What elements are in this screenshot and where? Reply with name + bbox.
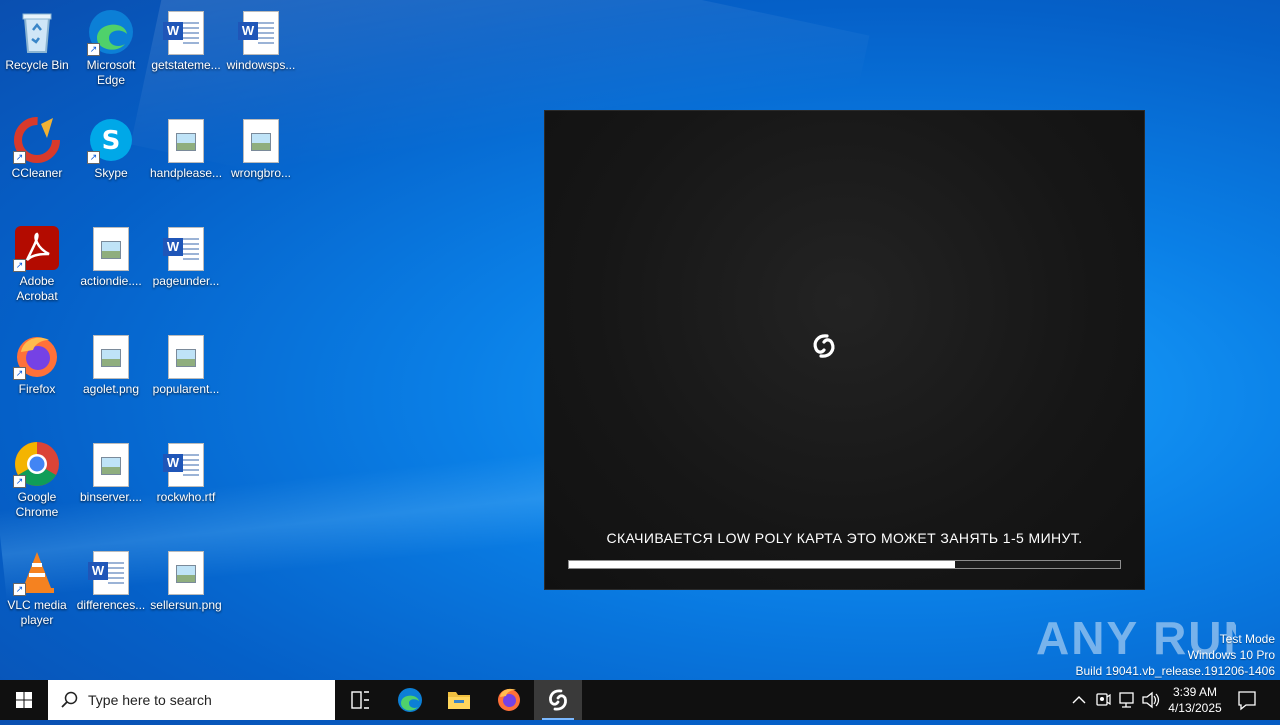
firefox-icon: ↗ bbox=[13, 332, 61, 380]
loader-progress-fill bbox=[569, 561, 955, 568]
desktop-icon-skype[interactable]: S ↗ Skype bbox=[74, 110, 148, 181]
desktop-icon-rockwho[interactable]: W rockwho.rtf bbox=[149, 434, 223, 505]
speaker-icon bbox=[1142, 691, 1160, 709]
os-info: Test Mode Windows 10 Pro Build 19041.vb_… bbox=[1076, 631, 1276, 679]
tray-meet-now-button[interactable] bbox=[1092, 680, 1114, 720]
test-mode-label: Test Mode bbox=[1219, 632, 1275, 646]
word-document-icon: W bbox=[237, 8, 285, 56]
start-button[interactable] bbox=[0, 680, 48, 720]
network-icon bbox=[1119, 692, 1134, 708]
svg-text:S: S bbox=[102, 126, 121, 156]
vlc-icon: ↗ bbox=[13, 548, 61, 596]
desktop-icon-popularent[interactable]: popularent... bbox=[149, 326, 223, 397]
taskbar-clock[interactable]: 3:39 AM 4/13/2025 bbox=[1160, 684, 1230, 716]
action-center-button[interactable] bbox=[1232, 680, 1262, 720]
desktop-icon-binserver[interactable]: binserver.... bbox=[74, 434, 148, 505]
meet-now-icon bbox=[1096, 693, 1111, 706]
desktop-icon-vlc[interactable]: ↗ VLC media player bbox=[0, 542, 74, 628]
os-build-label: Build 19041.vb_release.191206-1406 bbox=[1075, 664, 1276, 678]
image-file-icon bbox=[162, 116, 210, 164]
file-explorer-icon bbox=[448, 692, 470, 709]
tray-volume-button[interactable] bbox=[1140, 680, 1162, 720]
taskbar: Type here to search 3:39 AM 4/13/2025 bbox=[0, 680, 1280, 720]
desktop-icon-pageunder[interactable]: W pageunder... bbox=[149, 218, 223, 289]
desktop-icon-microsoft-edge[interactable]: ↗ Microsoft Edge bbox=[74, 2, 148, 88]
taskbar-search-box[interactable]: Type here to search bbox=[48, 680, 335, 720]
clock-date: 4/13/2025 bbox=[1168, 701, 1222, 715]
taskbar-edge-button[interactable] bbox=[386, 680, 434, 720]
image-file-icon bbox=[87, 224, 135, 272]
desktop-icon-adobe-acrobat[interactable]: ↗ Adobe Acrobat bbox=[0, 218, 74, 304]
desktop-icon-firefox[interactable]: ↗ Firefox bbox=[0, 326, 74, 397]
image-file-icon bbox=[162, 548, 210, 596]
acrobat-icon: ↗ bbox=[13, 224, 61, 272]
word-document-icon: W bbox=[87, 548, 135, 596]
loader-window[interactable]: СКАЧИВАЕТСЯ LOW POLY КАРТА ЭТО МОЖЕТ ЗАН… bbox=[544, 110, 1145, 590]
show-hidden-icons-button[interactable] bbox=[1068, 680, 1090, 720]
firefox-icon bbox=[498, 688, 520, 711]
skype-icon: S ↗ bbox=[87, 116, 135, 164]
os-edition-label: Windows 10 Pro bbox=[1187, 648, 1275, 662]
desktop-icon-windowsps[interactable]: W windowsps... bbox=[224, 2, 298, 73]
desktop-icon-differences[interactable]: W differences... bbox=[74, 542, 148, 613]
windows-logo-icon bbox=[16, 692, 32, 708]
word-document-icon: W bbox=[162, 440, 210, 488]
clock-time: 3:39 AM bbox=[1172, 685, 1218, 699]
desktop-icon-actiondie[interactable]: actiondie.... bbox=[74, 218, 148, 289]
desktop-icon-handplease[interactable]: handplease... bbox=[149, 110, 223, 181]
edge-icon bbox=[398, 688, 422, 712]
word-document-icon: W bbox=[162, 8, 210, 56]
task-view-icon bbox=[351, 691, 369, 709]
search-icon bbox=[61, 691, 78, 708]
taskbar-loader-app-button[interactable] bbox=[534, 680, 582, 720]
search-placeholder: Type here to search bbox=[88, 692, 212, 708]
word-document-icon: W bbox=[162, 224, 210, 272]
ccleaner-icon: ↗ bbox=[13, 116, 61, 164]
taskbar-firefox-button[interactable] bbox=[485, 680, 533, 720]
loader-app-icon bbox=[549, 689, 567, 711]
edge-icon: ↗ bbox=[87, 8, 135, 56]
task-view-button[interactable] bbox=[336, 680, 384, 720]
image-file-icon bbox=[87, 440, 135, 488]
image-file-icon bbox=[162, 332, 210, 380]
image-file-icon bbox=[237, 116, 285, 164]
taskbar-file-explorer-button[interactable] bbox=[435, 680, 483, 720]
desktop-icon-agolet[interactable]: agolet.png bbox=[74, 326, 148, 397]
desktop-icon-getstateme[interactable]: W getstateme... bbox=[149, 2, 223, 73]
desktop-icon-wrongbro[interactable]: wrongbro... bbox=[224, 110, 298, 181]
tray-network-button[interactable] bbox=[1116, 680, 1138, 720]
desktop-icon-google-chrome[interactable]: ↗ Google Chrome bbox=[0, 434, 74, 520]
loader-status-text: СКАЧИВАЕТСЯ LOW POLY КАРТА ЭТО МОЖЕТ ЗАН… bbox=[606, 530, 1083, 546]
image-file-icon bbox=[87, 332, 135, 380]
desktop-icon-ccleaner[interactable]: ↗ CCleaner bbox=[0, 110, 74, 181]
desktop-icon-sellersun[interactable]: sellersun.png bbox=[149, 542, 223, 613]
desktop-icon-recycle-bin[interactable]: Recycle Bin bbox=[0, 2, 74, 73]
loader-logo-icon bbox=[810, 332, 838, 360]
loader-progress-bar bbox=[568, 560, 1121, 569]
chevron-up-icon bbox=[1072, 696, 1086, 704]
recycle-bin-icon bbox=[13, 8, 61, 56]
chrome-icon: ↗ bbox=[13, 440, 61, 488]
notification-icon bbox=[1238, 691, 1256, 711]
